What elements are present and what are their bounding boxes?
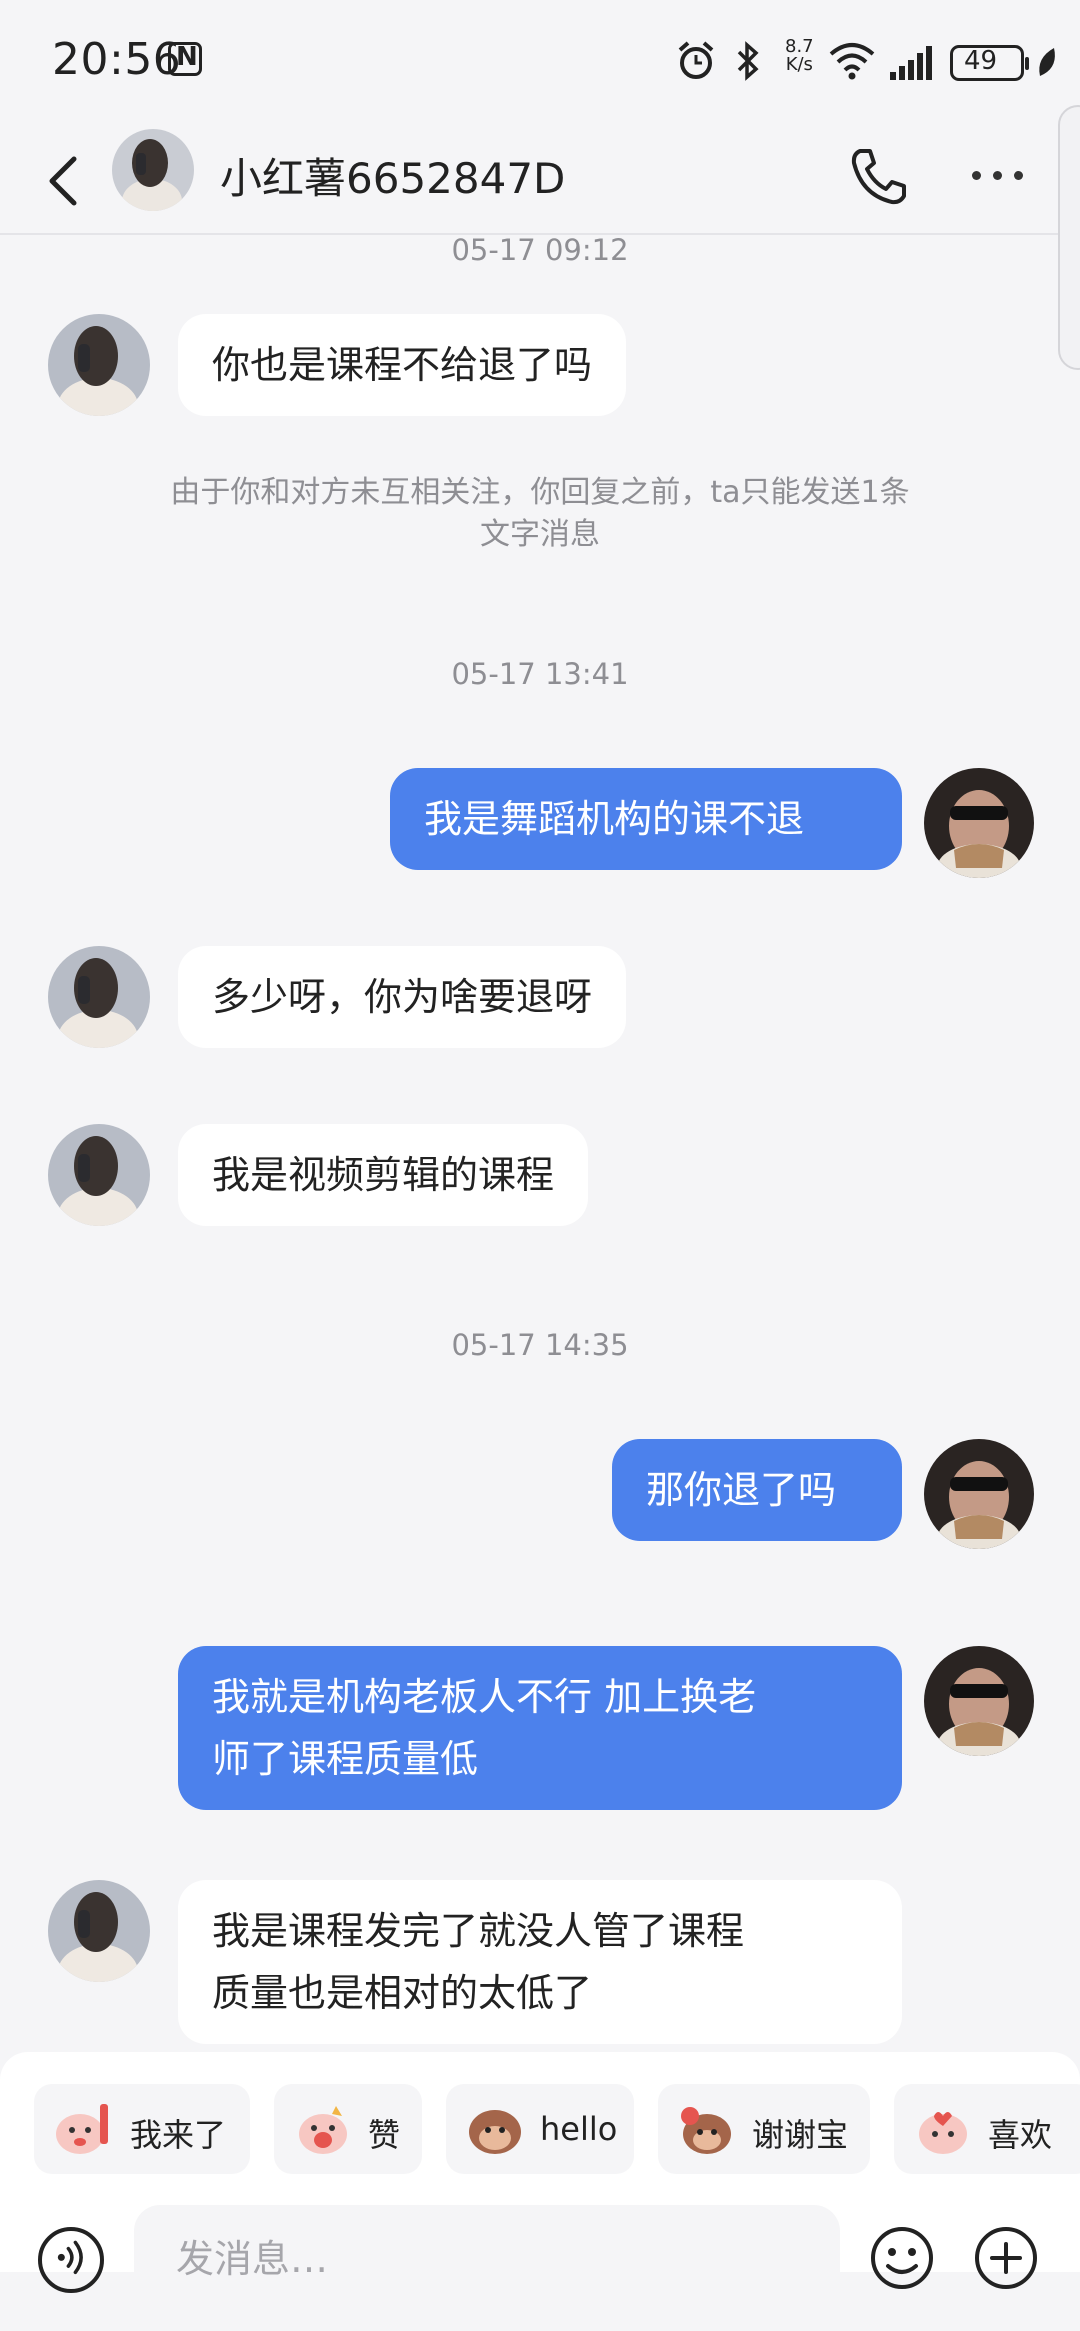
sticker-icon	[681, 2107, 731, 2154]
net-speed-unit: K/s	[785, 54, 813, 75]
emoji-button[interactable]	[868, 2224, 936, 2292]
quick-reply-label: 谢谢宝	[752, 2116, 849, 2154]
message-text: 我就是机构老板人不行 加上换老	[212, 1675, 757, 1719]
voice-input-button[interactable]	[38, 2227, 104, 2293]
quick-reply-chip[interactable]: 赞	[274, 2084, 422, 2174]
dot-icon	[972, 171, 981, 180]
contact-avatar[interactable]	[48, 1880, 150, 1982]
notice-line: 由于你和对方未互相关注，你回复之前，ta只能发送1条	[170, 475, 910, 510]
timestamp: 05-17 13:41	[451, 657, 629, 691]
system-notice: 由于你和对方未互相关注，你回复之前，ta只能发送1条 文字消息	[90, 472, 990, 556]
dot-icon	[1014, 171, 1023, 180]
status-time: 20:56	[52, 34, 182, 85]
message-bubble-outgoing[interactable]: 我是舞蹈机构的课不退	[390, 768, 902, 870]
notice-line: 文字消息	[480, 517, 600, 552]
quick-reply-label: 赞	[368, 2116, 401, 2154]
quick-reply-label: 我来了	[130, 2116, 227, 2154]
my-avatar[interactable]	[924, 1646, 1034, 1756]
quick-reply-chip[interactable]: 我来了	[34, 2084, 250, 2174]
contact-avatar[interactable]	[48, 946, 150, 1048]
sticker-icon	[56, 2104, 108, 2154]
signal-icon	[890, 46, 932, 80]
leaf-icon	[1039, 48, 1055, 76]
message-bubble-incoming[interactable]: 你也是课程不给退了吗	[178, 314, 627, 416]
battery-level: 49	[964, 46, 998, 76]
message-text: 质量也是相对的太低了	[212, 1971, 593, 2015]
quick-reply-chip[interactable]: 喜欢	[894, 2084, 1080, 2174]
message-text: 我是视频剪辑的课程	[212, 1153, 555, 1197]
quick-reply-label: hello	[540, 2110, 618, 2148]
timestamp: 05-17 14:35	[451, 1328, 629, 1362]
my-avatar[interactable]	[924, 768, 1034, 878]
contact-avatar[interactable]	[48, 314, 150, 416]
bluetooth-icon	[737, 41, 759, 81]
phone-call-button[interactable]	[848, 145, 908, 207]
alarm-icon	[678, 41, 714, 79]
back-button[interactable]	[40, 153, 92, 209]
message-bubble-incoming[interactable]: 我是视频剪辑的课程	[178, 1124, 589, 1226]
quick-reply-label: 喜欢	[988, 2116, 1053, 2154]
net-speed: 8.7 K/s	[785, 38, 814, 74]
message-text: 师了课程质量低	[212, 1737, 479, 1781]
quick-reply-chip[interactable]: hello	[446, 2084, 634, 2174]
message-text: 我是舞蹈机构的课不退	[424, 797, 805, 841]
nfc-icon	[168, 42, 202, 76]
message-bubble-incoming[interactable]: 我是课程发完了就没人管了课程 质量也是相对的太低了	[178, 1880, 902, 2044]
message-text: 我是课程发完了就没人管了课程	[212, 1909, 745, 1953]
chat-header: 小红薯6652847D	[0, 125, 1080, 235]
message-text: 多少呀，你为啥要退呀	[212, 975, 593, 1019]
status-icons: 8.7 K/s 49	[660, 0, 1080, 125]
status-bar: 20:56 8.7 K/s 49	[0, 0, 1080, 125]
battery-icon: 49	[950, 45, 1029, 81]
sticker-icon	[299, 2106, 347, 2154]
contact-avatar[interactable]	[48, 1124, 150, 1226]
wifi-icon	[829, 43, 875, 80]
message-text: 你也是课程不给退了吗	[212, 343, 593, 387]
contact-name: 小红薯6652847D	[220, 154, 566, 203]
quick-reply-chip[interactable]: 谢谢宝	[658, 2084, 870, 2174]
contact-avatar[interactable]	[112, 129, 194, 211]
more-options-button[interactable]	[968, 161, 1028, 191]
timestamp: 05-17 09:12	[451, 233, 629, 267]
sticker-icon	[469, 2110, 521, 2154]
message-bubble-incoming[interactable]: 多少呀，你为啥要退呀	[178, 946, 627, 1048]
message-bubble-outgoing[interactable]: 那你退了吗	[612, 1439, 902, 1541]
more-actions-button[interactable]	[972, 2224, 1040, 2292]
message-bubble-outgoing[interactable]: 我就是机构老板人不行 加上换老 师了课程质量低	[178, 1646, 902, 1810]
my-avatar[interactable]	[924, 1439, 1034, 1549]
message-input[interactable]	[134, 2205, 840, 2313]
dot-icon	[993, 171, 1002, 180]
message-text: 那你退了吗	[646, 1468, 837, 1512]
sticker-icon	[919, 2112, 967, 2154]
